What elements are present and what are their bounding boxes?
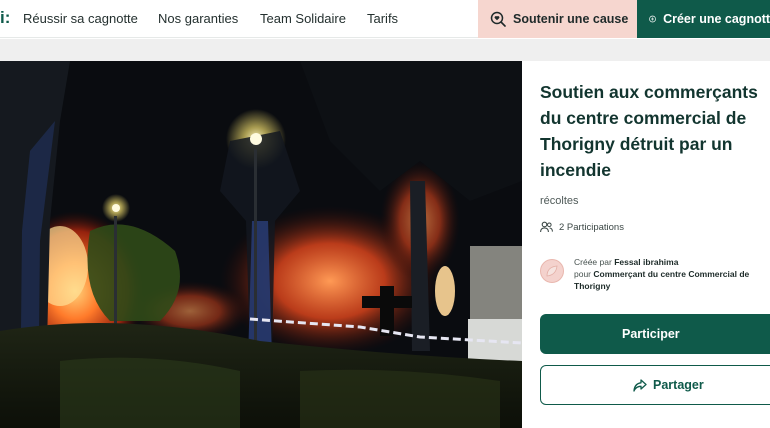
campaign-info-panel: Soutien aux commerçants du centre commer…	[522, 61, 770, 428]
share-button[interactable]: Partager	[540, 365, 770, 405]
campaign-title: Soutien aux commerçants du centre commer…	[540, 82, 758, 180]
participate-button[interactable]: Participer	[540, 314, 770, 354]
brand-logo-fragment[interactable]: i:	[0, 8, 10, 28]
participations-label: 2 Participations	[559, 221, 624, 233]
participate-label: Participer	[622, 327, 680, 341]
breadcrumb-band	[0, 39, 770, 61]
support-cause-button[interactable]: Soutenir une cause	[478, 0, 637, 38]
create-cagnotte-button[interactable]: Créer une cagnotte	[637, 0, 770, 38]
share-label: Partager	[653, 378, 704, 392]
nav-link-team-solidaire[interactable]: Team Solidaire	[260, 11, 346, 26]
support-cause-label: Soutenir une cause	[513, 12, 629, 26]
leaf-icon	[546, 265, 558, 277]
creator-text: Créée par Fessal ibrahima pour Commerçan…	[574, 256, 770, 292]
creator-name[interactable]: Fessal ibrahima	[614, 257, 678, 267]
top-navigation: i: Réussir sa cagnotte Nos garanties Tea…	[0, 0, 770, 38]
nav-link-tarifs[interactable]: Tarifs	[367, 11, 398, 26]
beneficiary-name[interactable]: Commerçant du centre Commercial de Thori…	[574, 269, 749, 291]
plus-circle-icon	[649, 15, 656, 23]
for-prefix: pour	[574, 269, 592, 279]
collected-amount-label: récoltes	[540, 195, 579, 207]
share-icon	[633, 378, 647, 392]
creator-block: Créée par Fessal ibrahima pour Commerçan…	[540, 256, 770, 292]
avatar	[540, 259, 564, 283]
create-cagnotte-label: Créer une cagnotte	[663, 12, 770, 26]
created-by-prefix: Créée par	[574, 257, 612, 267]
campaign-photo	[0, 61, 522, 428]
people-icon	[540, 221, 553, 233]
nav-link-garanties[interactable]: Nos garanties	[158, 11, 238, 26]
search-heart-icon	[490, 11, 506, 27]
nav-link-reussir[interactable]: Réussir sa cagnotte	[23, 11, 138, 26]
participations-count[interactable]: 2 Participations	[540, 221, 624, 233]
